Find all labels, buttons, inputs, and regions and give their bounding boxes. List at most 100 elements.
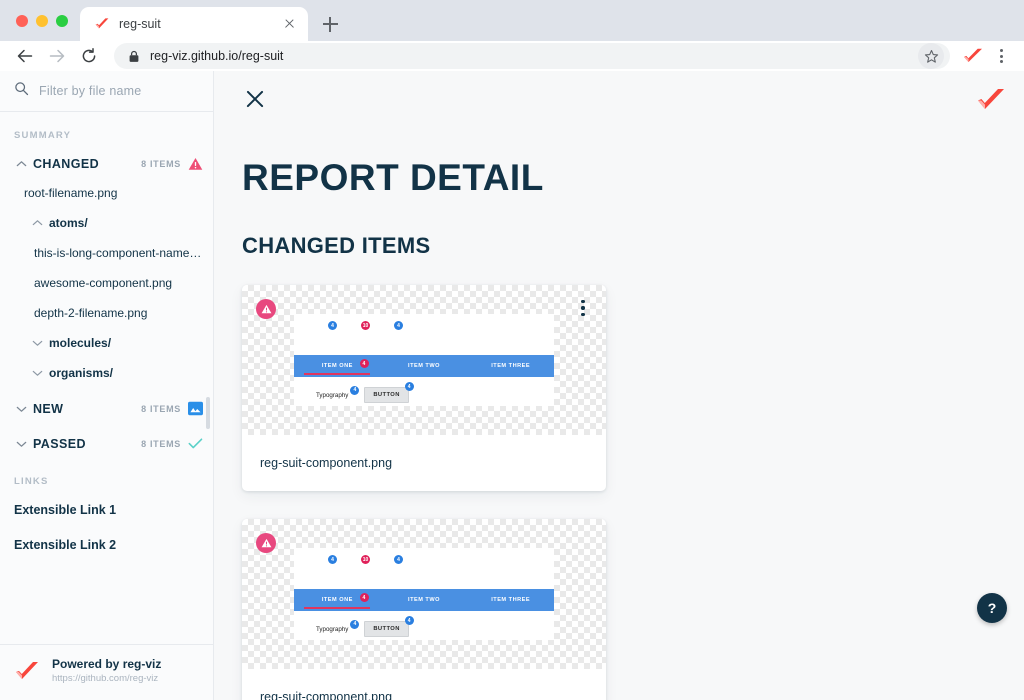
chevron-down-icon[interactable] xyxy=(14,440,28,448)
sidebar-dir-label: atoms/ xyxy=(49,216,88,230)
sidebar-file-label: root-filename.png xyxy=(24,186,118,200)
card-changed-item[interactable]: 4 10 4 ITEM ONE 4 ITEM TWO ITEM THREE Ty… xyxy=(242,285,606,491)
card-changed-item[interactable]: 4 10 4 ITEM ONE 4 ITEM TWO ITEM THREE Ty… xyxy=(242,519,606,700)
mail-open-dark-icon: 10 xyxy=(349,555,370,573)
mail-icon-row: 4 10 4 xyxy=(316,555,403,573)
check-icon xyxy=(188,436,203,451)
search-placeholder: Filter by file name xyxy=(39,84,142,98)
warning-triangle-icon xyxy=(188,156,203,171)
button-mock: BUTTON 4 xyxy=(364,382,414,403)
sidebar-group-count: 8 ITEMS xyxy=(141,158,181,169)
sidebar-file-awesome-component[interactable]: awesome-component.png xyxy=(0,268,213,298)
sidebar-footer-title: Powered by reg-viz xyxy=(52,657,162,671)
chevron-down-icon[interactable] xyxy=(30,339,44,347)
tab-title: reg-suit xyxy=(119,17,161,31)
window-controls xyxy=(10,0,80,41)
typography-row: Typography 4 BUTTON 4 xyxy=(316,616,414,637)
plus-icon[interactable] xyxy=(316,10,344,38)
button-mock-label: BUTTON xyxy=(373,626,400,632)
three-dots-vertical-icon[interactable] xyxy=(574,295,592,321)
sidebar-dir-organisms[interactable]: organisms/ xyxy=(0,358,213,388)
arrow-left-icon[interactable] xyxy=(10,41,40,71)
badge-count: 4 xyxy=(328,555,337,564)
sidebar-file-depth-2-filename[interactable]: depth-2-filename.png xyxy=(0,298,213,328)
section-title-changed-items: CHANGED ITEMS xyxy=(242,233,431,258)
sidebar-footer[interactable]: Powered by reg-viz https://github.com/re… xyxy=(0,644,213,700)
summary-label: SUMMARY xyxy=(14,130,72,141)
address-bar[interactable]: reg-viz.github.io/reg-suit xyxy=(114,43,950,69)
typography-label-wrap: Typography 4 xyxy=(316,619,360,633)
chevron-up-icon[interactable] xyxy=(14,160,28,168)
sidebar-group-label: CHANGED xyxy=(33,156,99,171)
sidebar-group-count: 8 ITEMS xyxy=(141,403,181,414)
mail-icon-row: 4 10 4 xyxy=(316,321,403,339)
badge-count: 4 xyxy=(404,616,414,625)
window-minimize-button[interactable] xyxy=(36,14,48,27)
tabs-mock: ITEM ONE 4 ITEM TWO ITEM THREE xyxy=(294,355,554,377)
badge-count: 4 xyxy=(394,321,403,330)
tab-mock-item-three: ITEM THREE xyxy=(491,597,531,603)
button-mock-label: BUTTON xyxy=(373,392,400,398)
sidebar-group-passed[interactable]: PASSED 8 ITEMS xyxy=(0,429,213,458)
typography-label: Typography xyxy=(316,625,349,633)
typography-label-wrap: Typography 4 xyxy=(316,385,360,399)
sidebar-scrollbar-thumb[interactable] xyxy=(206,397,210,429)
badge-count: 4 xyxy=(359,593,369,602)
card-caption: reg-suit-component.png xyxy=(260,690,393,700)
badge-count: 4 xyxy=(350,619,360,629)
sidebar-group-changed[interactable]: CHANGED 8 ITEMS xyxy=(0,149,213,178)
window-close-button[interactable] xyxy=(16,14,28,27)
chevron-down-icon[interactable] xyxy=(14,405,28,413)
warning-triangle-icon xyxy=(256,299,276,319)
badge-count: 10 xyxy=(361,555,370,564)
three-dots-vertical-icon[interactable] xyxy=(988,43,1014,69)
warning-triangle-icon xyxy=(256,533,276,553)
tab-mock-item-two: ITEM TWO xyxy=(408,597,440,603)
browser-toolbar: reg-viz.github.io/reg-suit xyxy=(0,41,1024,71)
sidebar-file-root-filename[interactable]: root-filename.png xyxy=(0,178,213,208)
search-input[interactable]: Filter by file name xyxy=(0,71,213,112)
browser-tab[interactable]: reg-suit xyxy=(80,7,308,41)
sidebar-group-label: NEW xyxy=(33,401,64,416)
sidebar-group-count: 8 ITEMS xyxy=(141,438,181,449)
reload-icon[interactable] xyxy=(74,41,104,71)
screenshot-mock: 4 10 4 ITEM ONE 4 ITEM TWO ITEM THREE Ty… xyxy=(294,314,554,406)
sidebar-dir-label: molecules/ xyxy=(49,336,112,350)
sidebar-dir-label: organisms/ xyxy=(49,366,114,380)
mail-open-dark-icon: 4 xyxy=(316,321,337,339)
sidebar-file-label: awesome-component.png xyxy=(34,276,173,290)
star-icon[interactable] xyxy=(918,43,944,69)
sidebar-dir-atoms[interactable]: atoms/ xyxy=(0,208,213,238)
help-button[interactable]: ? xyxy=(977,593,1007,623)
badge-count: 4 xyxy=(350,385,360,395)
reg-viz-logo-icon xyxy=(94,16,110,32)
typography-label: Typography xyxy=(316,391,349,399)
mail-open-dark-icon: 10 xyxy=(349,321,370,339)
sidebar-group-new[interactable]: NEW 8 ITEMS xyxy=(0,394,213,423)
sidebar: Filter by file name SUMMARY CHANGED 8 IT… xyxy=(0,71,214,700)
lock-icon xyxy=(128,50,140,63)
card-preview[interactable]: 4 10 4 ITEM ONE 4 ITEM TWO ITEM THREE Ty… xyxy=(242,285,606,435)
sidebar-links-list: Extensible Link 1 Extensible Link 2 xyxy=(0,495,213,566)
sidebar-group-label: PASSED xyxy=(33,436,86,451)
chevron-down-icon[interactable] xyxy=(30,369,44,377)
reg-viz-extension-icon[interactable] xyxy=(960,43,986,69)
sidebar-file-label: this-is-long-component-name-e… xyxy=(34,246,205,260)
typography-row: Typography 4 BUTTON 4 xyxy=(316,382,414,403)
tab-mock-label: ITEM ONE xyxy=(321,597,353,603)
sidebar-link-1[interactable]: Extensible Link 1 xyxy=(0,495,213,525)
sidebar-file-long-component-name[interactable]: this-is-long-component-name-e… xyxy=(0,238,213,268)
window-maximize-button[interactable] xyxy=(56,14,68,27)
card-preview[interactable]: 4 10 4 ITEM ONE 4 ITEM TWO ITEM THREE Ty… xyxy=(242,519,606,669)
badge-count: 10 xyxy=(361,321,370,330)
tabs-mock: ITEM ONE 4 ITEM TWO ITEM THREE xyxy=(294,589,554,611)
main-header xyxy=(214,71,1024,127)
sidebar-link-2[interactable]: Extensible Link 2 xyxy=(0,530,213,560)
close-icon[interactable] xyxy=(242,86,268,112)
sidebar-link-label: Extensible Link 2 xyxy=(14,538,117,552)
arrow-right-icon[interactable] xyxy=(42,41,72,71)
sidebar-scroll-area: SUMMARY CHANGED 8 ITEMS root-filename.pn… xyxy=(0,112,213,644)
sidebar-dir-molecules[interactable]: molecules/ xyxy=(0,328,213,358)
close-icon[interactable] xyxy=(280,15,298,33)
chevron-up-icon[interactable] xyxy=(30,219,44,227)
